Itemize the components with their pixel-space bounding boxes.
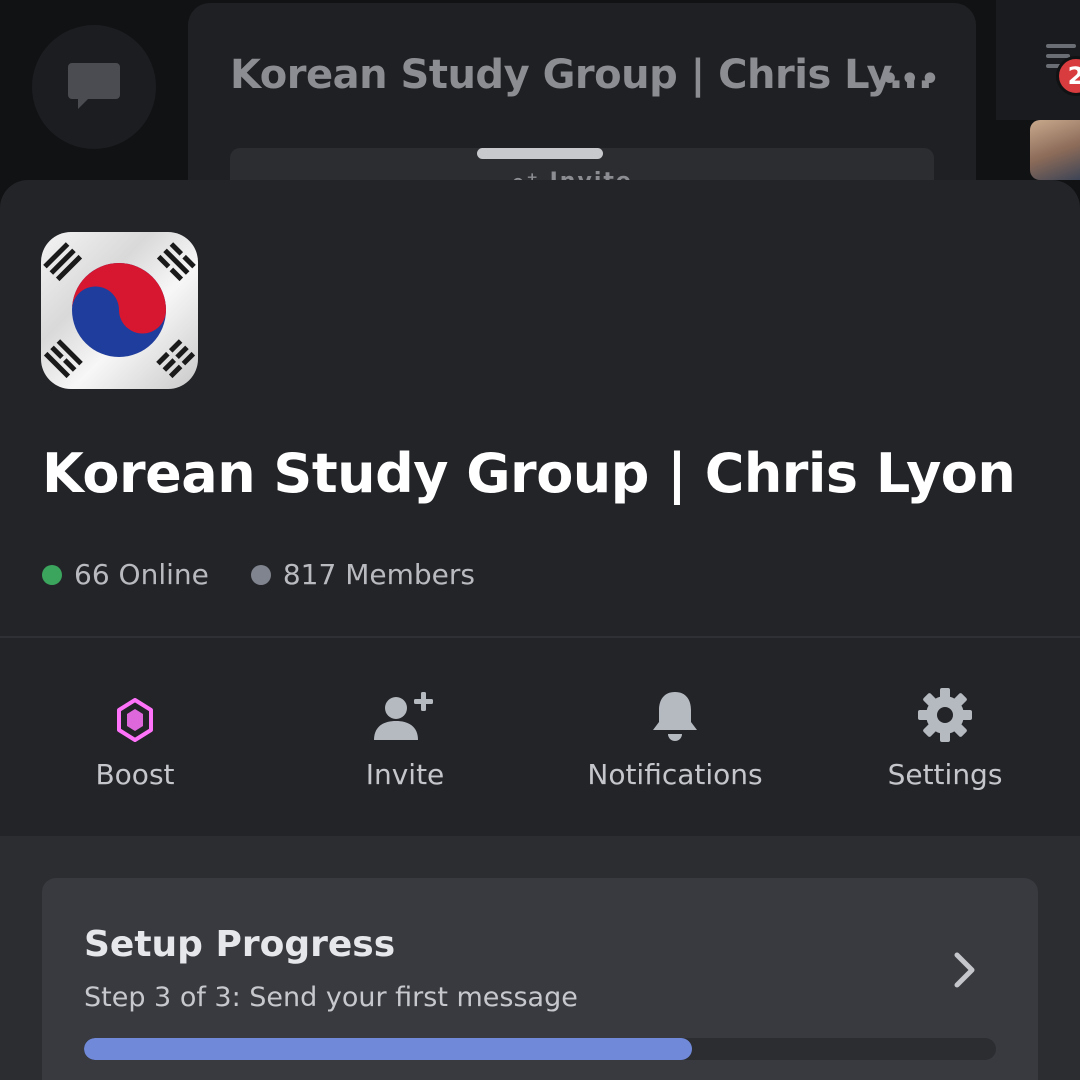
- setup-progress-card[interactable]: Setup Progress Step 3 of 3: Send your fi…: [42, 878, 1038, 1080]
- server-icon: [41, 232, 198, 389]
- chevron-right-icon: [954, 952, 975, 988]
- members-label: 817 Members: [282, 558, 475, 591]
- notifications-label: Notifications: [587, 758, 763, 791]
- korean-flag-icon: [41, 232, 198, 389]
- settings-button[interactable]: Settings: [810, 638, 1080, 836]
- server-name: Korean Study Group | Chris Lyon: [42, 442, 1016, 505]
- setup-progress-bar: [84, 1038, 996, 1060]
- background-server-title: Korean Study Group | Chris Ly...: [230, 52, 933, 98]
- members-dot: [250, 564, 271, 585]
- ellipsis-icon[interactable]: •••: [880, 62, 941, 97]
- online-dot: [42, 564, 62, 585]
- notifications-button[interactable]: Notifications: [540, 638, 810, 836]
- sheet-lower-section: Setup Progress Step 3 of 3: Send your fi…: [0, 836, 1080, 1080]
- online-label: 66 Online: [74, 558, 209, 591]
- gear-icon: [918, 688, 972, 742]
- setup-title: Setup Progress: [84, 924, 396, 965]
- setup-subtitle: Step 3 of 3: Send your first message: [84, 982, 578, 1013]
- invite-label: Invite: [365, 758, 445, 791]
- server-actions: Boost Invite Notifications Settings: [0, 638, 1080, 836]
- invite-button[interactable]: Invite: [270, 638, 540, 836]
- direct-messages-button[interactable]: [32, 25, 156, 149]
- bell-icon: [653, 692, 697, 741]
- online-count: 66 Online: [42, 558, 209, 591]
- member-count: 817 Members: [250, 558, 475, 591]
- chat-bubble-icon: [68, 63, 120, 109]
- setup-progress-fill: [84, 1038, 693, 1060]
- sheet-drag-handle[interactable]: [477, 148, 603, 159]
- boost-gem-icon: [117, 698, 153, 742]
- server-stats: 66 Online 817 Members: [42, 558, 517, 591]
- boost-label: Boost: [95, 758, 175, 791]
- server-info-sheet: Korean Study Group | Chris Lyon 66 Onlin…: [0, 180, 1080, 1080]
- settings-label: Settings: [887, 758, 1003, 791]
- add-user-icon: [374, 692, 433, 740]
- boost-button[interactable]: Boost: [0, 638, 270, 836]
- avatar: [1030, 120, 1080, 180]
